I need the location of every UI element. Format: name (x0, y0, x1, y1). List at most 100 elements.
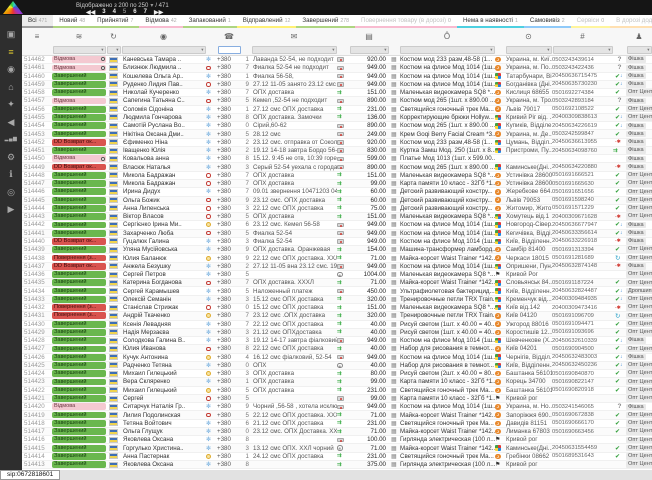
tab-Сервіси[interactable]: Сервіси0 (571, 15, 610, 28)
table-row[interactable]: 514429ЗавершенийНадія Мерзаєва✻+380321.1… (22, 329, 652, 337)
table-row[interactable]: 514414ЗавершенийАнна Пастернак+380124.12… (22, 453, 652, 461)
megaphone-icon[interactable]: ◀ (2, 117, 20, 127)
orders-menu-icon[interactable]: ≡ (2, 47, 20, 57)
page-6-button[interactable]: 6 (133, 9, 136, 16)
play-icon[interactable]: ▶ (2, 204, 20, 214)
delivery-icon-column-header[interactable] (495, 28, 505, 44)
table-row[interactable]: 514417ЗавершенийОльга Глущук✻+380023.12 … (22, 428, 652, 436)
city-column-header[interactable]: ⊙ (505, 28, 552, 44)
table-row[interactable]: 514424ЗавершенийМихаил Гилецький+3803ОПХ… (22, 370, 652, 378)
page-4-button[interactable]: 4 (113, 9, 116, 16)
tab-Запакований[interactable]: Запакований1 (183, 15, 237, 28)
stats-icon[interactable]: ▂▄▆ (2, 134, 20, 144)
table-row[interactable]: 514425ЗавершенийРадченко Тетяна✻+3800ОПХ… (22, 362, 652, 370)
table-row[interactable]: 514455ЗавершенийЛюдмила Гончарова✻+3808О… (22, 114, 652, 122)
table-row[interactable]: 514437DD Возврат ок...Анжела Безушку✻+38… (22, 263, 652, 271)
table-row[interactable]: 514452DD Возврат ок...Єфименко Ніна✻+380… (22, 139, 652, 147)
eye-icon[interactable]: ◎ (2, 187, 20, 197)
table-row[interactable]: 514413ЗавершенийЯковлева Оксана✻+3808⇉37… (22, 461, 652, 469)
table-row[interactable]: 514447ЗавершенийМикола Бадражан+3807ОПХ … (22, 180, 652, 188)
order-id-column-header[interactable]: ≡ (22, 28, 52, 44)
info-icon[interactable]: ℹ (2, 169, 20, 179)
table-row[interactable]: 514418ЗавершенийТетяна Войтович✻+380621.… (22, 420, 652, 428)
table-row[interactable]: 514445ЗавершенийОльга Божик+380923.12 см… (22, 197, 652, 205)
table-row[interactable]: 514462ВідмоваКаневська Тамара ..✻+3801Ла… (22, 56, 652, 64)
tab-Відмова[interactable]: Відмова42 (139, 15, 182, 28)
customer-column-header[interactable]: ◉ (121, 28, 206, 44)
table-row[interactable]: 514415ЗавершенийГоргулько Христина..✻+38… (22, 444, 652, 452)
tab-Самовивіз[interactable]: Самовивіз2 (524, 15, 571, 28)
tab-Завершений[interactable]: Завершений278 (296, 15, 355, 28)
calls-column-header[interactable] (241, 28, 251, 44)
customer-column-filter[interactable] (122, 46, 206, 54)
table-row[interactable]: 514453ЗавершенийНікітіна Оксана Дми..✻+3… (22, 130, 652, 138)
table-row[interactable]: 514421ЗавершенийСергей+380599.00▦Карта п… (22, 395, 652, 403)
table-row[interactable]: 514454ЗавершенийСамотій Руслана Во..✻+38… (22, 122, 652, 130)
table-row[interactable]: 514460ЗавершенийКошелева Ольга Ар..✻+380… (22, 73, 652, 81)
source-column-filter[interactable] (627, 46, 652, 54)
phone-column-header[interactable]: ☎ (217, 28, 241, 44)
table-row[interactable]: 514438Повернення (з...Юлия Баланюк+38092… (22, 254, 652, 262)
tab-Відправлений[interactable]: Відправлений12 (237, 15, 297, 28)
table-row[interactable]: 514443ЗавершенийВіктор Власов+3805ОПХ до… (22, 213, 652, 221)
table-row[interactable]: 514428ЗавершенийСолодкова Галина В..✻+38… (22, 337, 652, 345)
product-column-filter[interactable] (400, 46, 495, 54)
table-row[interactable]: 514450ВідмоваКовальова анна✻+380815.12. … (22, 155, 652, 163)
country-flag-column-header[interactable]: ↻ (106, 28, 121, 44)
table-row[interactable]: 514444ЗавершенийАнна Липенська+380322.12… (22, 205, 652, 213)
table-row[interactable]: 514458ЗавершенийНиколай Кучеренко✻+3807О… (22, 89, 652, 97)
sliders-icon[interactable]: ⚙ (2, 152, 20, 162)
table-row[interactable]: 514448ЗавершенийМикола Бадражан+3807ОПХ … (22, 172, 652, 180)
tab-Повернення товару (в дорозі)[interactable]: Повернення товару (в дорозі)0 (355, 15, 457, 28)
table-row[interactable]: 514435ЗавершенийКатерина Богданова+3807О… (22, 279, 652, 287)
ttn-column-filter[interactable] (553, 46, 613, 54)
comment-column-header[interactable]: ✉ (251, 28, 337, 44)
comment-column-filter[interactable] (252, 46, 337, 54)
tab-В дорозі додому[interactable]: В дорозі додому0 (610, 15, 652, 28)
table-row[interactable]: 514433ЗавершенийОлексій Семанін✻+380315.… (22, 296, 652, 304)
table-row[interactable]: 514451ЗавершенийІващенко Юлія✻+380219.12… (22, 147, 652, 155)
tab-Всі[interactable]: Всі471 (22, 15, 53, 28)
table-row[interactable]: 514449DD Возврат ок...Власюк Наталья✻+38… (22, 163, 652, 171)
page-3-button[interactable]: 3 (102, 9, 105, 16)
tab-Нема в наявності[interactable]: Нема в наявності1 (457, 15, 524, 28)
table-row[interactable]: 514442ЗавершенийСергієнко Ірина Ми..+380… (22, 221, 652, 229)
result-icon-column-header[interactable] (613, 28, 626, 44)
table-row[interactable]: 514416ЗавершенийЯковлева Оксана✻+3808100… (22, 436, 652, 444)
city-column-filter[interactable] (506, 46, 552, 54)
payment-column-header[interactable] (337, 28, 349, 44)
table-row[interactable]: 514426ЗавершенийКучук Антонина+380416.12… (22, 354, 652, 362)
status-column-header[interactable]: ≋ (52, 28, 106, 44)
table-row[interactable]: 514420ВідмоваСитарчук Наталія Гр..✻+3809… (22, 403, 652, 411)
price-column-header[interactable]: ▤ (349, 28, 389, 44)
pager-next-button[interactable]: ▶▶ (154, 9, 163, 16)
ttn-column-header[interactable]: # (552, 28, 613, 44)
tab-Новий[interactable]: Новий48 (53, 15, 91, 28)
customers-icon[interactable]: ◉ (2, 64, 20, 74)
table-row[interactable]: 514422ЗавершенийМихаил Гилецький+3805ОПХ… (22, 387, 652, 395)
table-row[interactable]: 514446ЗавершенийИрина Дидух✻+380709.01 з… (22, 188, 652, 196)
country-flag-column-filter[interactable] (107, 46, 121, 54)
table-row[interactable]: 514431Повернення (з...Андрій Ткаченко+38… (22, 312, 652, 320)
table-row[interactable]: 514459ЗавершенийРуденко Лидия Пав..+3809… (22, 81, 652, 89)
table-row[interactable]: 514423ЗавершенийВера Скляренко✻+3801ОПХ … (22, 378, 652, 386)
table-row[interactable]: 514441ЗавершенийЗахарченко Люба+3805Фиал… (22, 230, 652, 238)
table-row[interactable]: 514427ЗавершенийЮлия Иванова+380822.12 с… (22, 345, 652, 353)
bank-icon[interactable]: ⌂ (2, 82, 20, 92)
table-row[interactable]: 514436ЗавершенийСергей Петров✻+3805₴1004… (22, 271, 652, 279)
table-row[interactable]: 514440DD Возврат ок...Гуцалюк Галина✻+38… (22, 238, 652, 246)
product-icon-column-header[interactable] (389, 28, 399, 44)
tab-Прийнятий[interactable]: Прийнятий7 (91, 15, 139, 28)
box-3d-icon[interactable]: ▣ (2, 29, 20, 39)
source-column-header[interactable]: ♟ (626, 28, 652, 44)
table-row[interactable]: 514439ЗавершенийУляна Мусійовська✻+3809О… (22, 246, 652, 254)
product-column-header[interactable]: Ô (399, 28, 495, 44)
table-row[interactable]: 514461ВідмоваБлизнюк Людмила ..+3807Фиал… (22, 64, 652, 72)
table-row[interactable]: 514419ЗавершенийЛилия Подолинская+380522… (22, 411, 652, 419)
table-row[interactable]: 514430ЗавершенийКсенія Левадняя✻+380722.… (22, 321, 652, 329)
page-5-button[interactable]: 5 (123, 9, 126, 16)
table-row[interactable]: 514457ВідмоваСапегина Татьяна С..+3805Ке… (22, 97, 652, 105)
page-7-button[interactable]: 7 (144, 9, 147, 16)
table-row[interactable]: 514456ЗавершенийСоломія Сідоніна✻+380127… (22, 106, 652, 114)
cart-icon[interactable]: ✦ (2, 99, 20, 109)
